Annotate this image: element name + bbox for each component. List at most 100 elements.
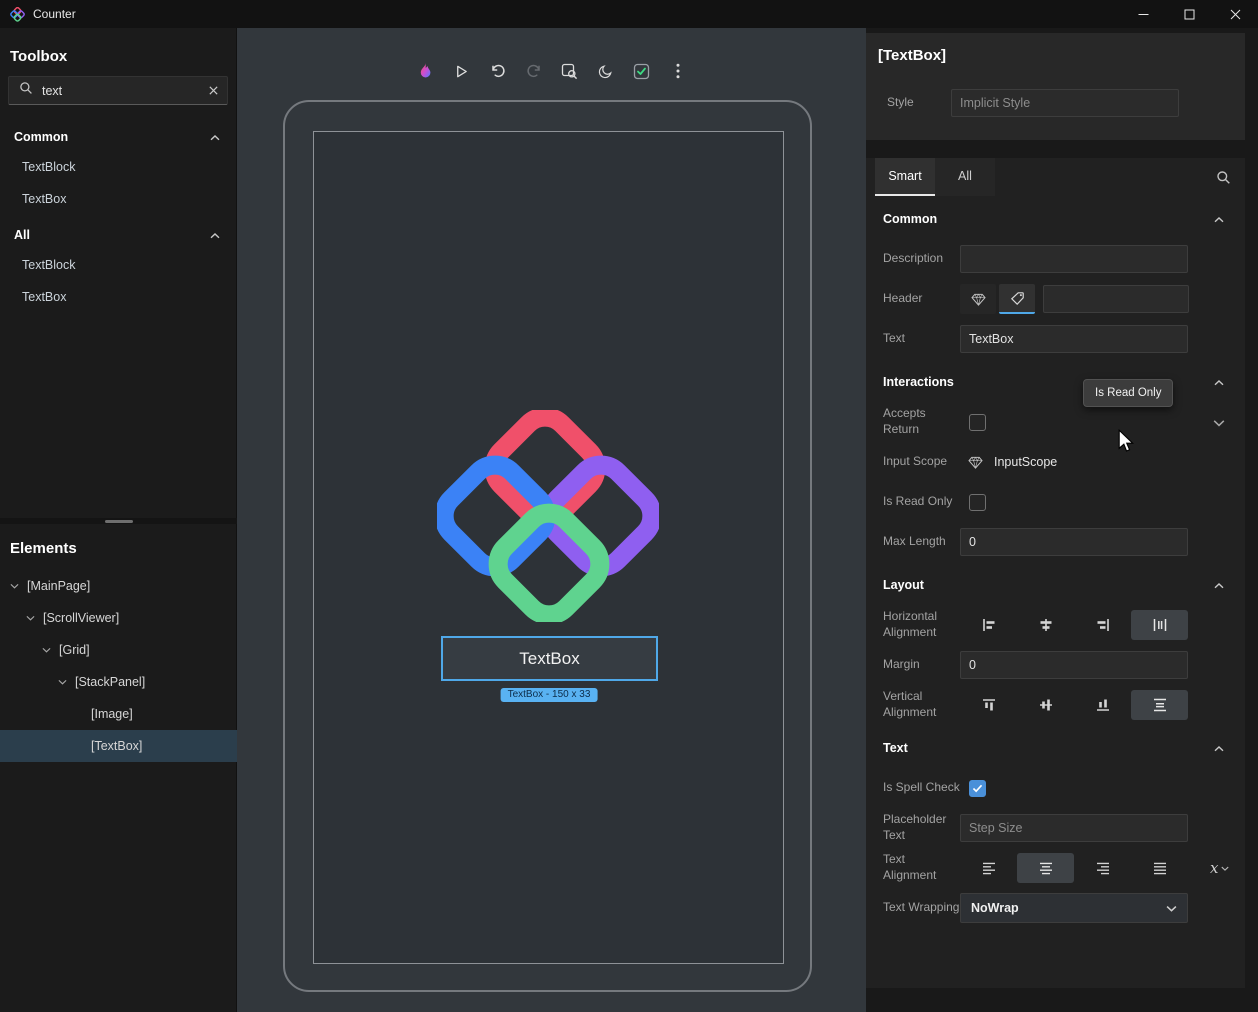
is-read-only-checkbox[interactable] bbox=[969, 494, 986, 511]
toolbox-search-input[interactable] bbox=[42, 84, 208, 98]
align-stretch-vertical-icon[interactable] bbox=[1131, 690, 1188, 720]
tree-row-image[interactable]: [Image] bbox=[0, 698, 237, 730]
inspector-body: Smart All Common Description Header bbox=[866, 158, 1245, 988]
toolbox-search[interactable] bbox=[8, 76, 228, 105]
property-label: Margin bbox=[883, 657, 960, 673]
tree-row-grid[interactable]: [Grid] bbox=[0, 634, 237, 666]
tab-all[interactable]: All bbox=[935, 158, 995, 196]
text-wrapping-value: NoWrap bbox=[971, 901, 1166, 915]
close-button[interactable] bbox=[1212, 0, 1258, 28]
play-icon[interactable] bbox=[449, 58, 475, 84]
description-input[interactable] bbox=[960, 245, 1188, 273]
chevron-down-icon[interactable] bbox=[42, 647, 51, 653]
max-length-input[interactable] bbox=[960, 528, 1188, 556]
property-row-margin: Margin bbox=[866, 645, 1245, 685]
search-icon bbox=[19, 81, 33, 100]
placeholder-text-input[interactable] bbox=[960, 814, 1188, 842]
theme-toggle-icon[interactable] bbox=[593, 58, 619, 84]
chevron-down-icon[interactable] bbox=[58, 679, 67, 685]
align-bottom-icon[interactable] bbox=[1074, 690, 1131, 720]
tree-row-stackpanel[interactable]: [StackPanel] bbox=[0, 666, 237, 698]
property-label: Input Scope bbox=[883, 454, 960, 470]
chevron-up-icon bbox=[1214, 210, 1224, 228]
tree-row-textbox[interactable]: [TextBox] bbox=[0, 730, 237, 762]
element-inspector-icon[interactable] bbox=[557, 58, 583, 84]
align-left-icon[interactable] bbox=[960, 610, 1017, 640]
validation-check-icon[interactable] bbox=[629, 58, 655, 84]
chevron-down-icon bbox=[1166, 905, 1177, 912]
text-wrapping-dropdown[interactable]: NoWrap bbox=[960, 893, 1188, 923]
section-layout[interactable]: Layout bbox=[866, 565, 1245, 605]
canvas-toolbar bbox=[413, 58, 691, 84]
section-interactions[interactable]: Interactions bbox=[866, 362, 1245, 402]
align-middle-icon[interactable] bbox=[1017, 690, 1074, 720]
design-canvas[interactable]: TextBox TextBox - 150 x 33 bbox=[237, 28, 866, 1012]
toolbox-item-textblock[interactable]: TextBlock bbox=[0, 249, 236, 281]
is-spell-check-checkbox[interactable] bbox=[969, 780, 986, 797]
property-label: Text Alignment bbox=[883, 852, 960, 883]
undo-icon[interactable] bbox=[485, 58, 511, 84]
clear-search-icon[interactable] bbox=[208, 85, 219, 96]
section-title: Text bbox=[883, 741, 1214, 755]
text-align-justify-icon[interactable] bbox=[1131, 853, 1188, 883]
property-row-horizontal-alignment: Horizontal Alignment bbox=[866, 605, 1245, 645]
toolbox-section-common[interactable]: Common bbox=[0, 123, 236, 151]
align-stretch-icon[interactable] bbox=[1131, 610, 1188, 640]
tag-icon[interactable] bbox=[999, 284, 1035, 314]
tree-row-scrollviewer[interactable]: [ScrollViewer] bbox=[0, 602, 237, 634]
style-input[interactable] bbox=[951, 89, 1179, 117]
chevron-down-icon[interactable] bbox=[26, 615, 35, 621]
tree-row-mainpage[interactable]: [MainPage] bbox=[0, 570, 237, 602]
property-label: Description bbox=[883, 251, 960, 267]
text-align-center-icon[interactable] bbox=[1017, 853, 1074, 883]
property-row-text-wrapping: Text Wrapping NoWrap bbox=[866, 888, 1245, 928]
more-options-icon[interactable] bbox=[665, 58, 691, 84]
property-label: Vertical Alignment bbox=[883, 689, 960, 720]
align-top-icon[interactable] bbox=[960, 690, 1017, 720]
property-row-is-spell-check: Is Spell Check bbox=[866, 768, 1245, 808]
elements-title: Elements bbox=[0, 540, 237, 558]
chevron-up-icon bbox=[1214, 373, 1224, 391]
hot-reload-flame-icon[interactable] bbox=[413, 58, 439, 84]
text-align-left-icon[interactable] bbox=[960, 853, 1017, 883]
text-alignment-group bbox=[960, 853, 1188, 883]
inspector-title: [TextBox] bbox=[878, 47, 1233, 65]
header-input[interactable] bbox=[1043, 285, 1189, 313]
section-common[interactable]: Common bbox=[866, 199, 1245, 239]
canvas-textbox-element[interactable]: TextBox bbox=[441, 636, 658, 681]
align-right-icon[interactable] bbox=[1074, 610, 1131, 640]
align-center-icon[interactable] bbox=[1017, 610, 1074, 640]
toolbox-item-textbox[interactable]: TextBox bbox=[0, 183, 236, 215]
property-label: Horizontal Alignment bbox=[883, 609, 960, 640]
advanced-x-property-marker[interactable]: x bbox=[1210, 859, 1229, 877]
panel-splitter[interactable] bbox=[0, 518, 237, 524]
minimize-button[interactable] bbox=[1120, 0, 1166, 28]
toolbox-section-all[interactable]: All bbox=[0, 221, 236, 249]
section-label: All bbox=[14, 228, 210, 242]
text-align-right-icon[interactable] bbox=[1074, 853, 1131, 883]
properties-panel: [TextBox] Style Smart All Common Descrip… bbox=[866, 28, 1258, 1012]
text-input[interactable] bbox=[960, 325, 1188, 353]
properties-search-icon[interactable] bbox=[1216, 158, 1231, 196]
chevron-down-icon[interactable] bbox=[10, 583, 19, 589]
section-text[interactable]: Text bbox=[866, 728, 1245, 768]
tree-label: [Image] bbox=[91, 707, 133, 721]
margin-input[interactable] bbox=[960, 651, 1188, 679]
accepts-return-checkbox[interactable] bbox=[969, 414, 986, 431]
binding-gem-icon[interactable] bbox=[968, 456, 983, 469]
property-flyout-chevron-icon[interactable] bbox=[1213, 414, 1225, 432]
property-label: Is Read Only bbox=[883, 494, 960, 510]
property-row-input-scope: Input Scope InputScope bbox=[866, 442, 1245, 482]
toolbox-item-textbox[interactable]: TextBox bbox=[0, 281, 236, 313]
app-logo-icon bbox=[10, 7, 25, 22]
canvas-textbox-label: TextBox bbox=[519, 649, 579, 669]
redo-icon[interactable] bbox=[521, 58, 547, 84]
tab-smart[interactable]: Smart bbox=[875, 158, 935, 196]
input-scope-value[interactable]: InputScope bbox=[994, 455, 1057, 469]
binding-gem-icon[interactable] bbox=[960, 284, 996, 314]
toolbox-item-textblock[interactable]: TextBlock bbox=[0, 151, 236, 183]
chevron-up-icon bbox=[1214, 576, 1224, 594]
maximize-button[interactable] bbox=[1166, 0, 1212, 28]
chevron-up-icon bbox=[1214, 739, 1224, 757]
vertical-alignment-group bbox=[960, 690, 1188, 720]
